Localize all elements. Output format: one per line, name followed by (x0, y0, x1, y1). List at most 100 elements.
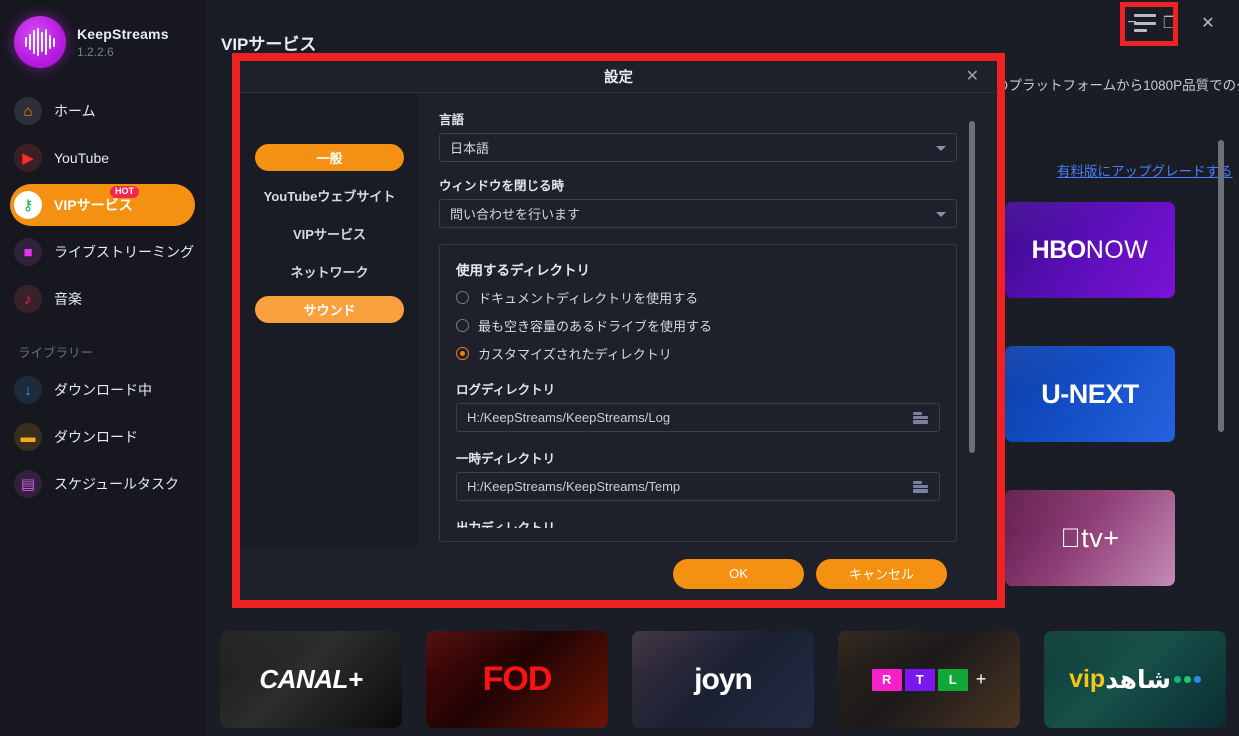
schedule-list-icon: ▤ (14, 470, 42, 498)
app-window: KeepStreams 1.2.2.6 ⌂ ホーム ▶ YouTube ⚷ VI… (0, 0, 1239, 736)
dialog-footer: OK キャンセル (240, 547, 997, 600)
radio-custom-icon[interactable] (456, 347, 469, 360)
rtl-letter-r: R (871, 668, 902, 691)
language-select[interactable]: 日本語 (439, 133, 957, 162)
radio-largest-drive-label: 最も空き容量のあるドライブを使用する (478, 319, 713, 334)
tab-vip-service[interactable]: VIPサービス (255, 220, 404, 247)
app-name: KeepStreams (77, 25, 169, 42)
temp-dir-value: H:/KeepStreams/KeepStreams/Temp (467, 479, 681, 494)
language-label: 言語 (439, 113, 465, 127)
app-version: 1.2.2.6 (77, 44, 114, 59)
tab-youtube-website[interactable]: YouTubeウェブサイト (255, 182, 404, 209)
directory-group-title: 使用するディレクトリ (456, 263, 591, 278)
youtube-icon: ▶ (14, 144, 42, 172)
u-next-logo: U-NEXT (1041, 378, 1139, 409)
upgrade-link[interactable]: 有料版にアップグレードする (1057, 160, 1233, 180)
rtl-letter-t: T (904, 668, 935, 691)
service-card-apple-tv-plus[interactable]: tv+ (1005, 490, 1175, 586)
brand-header: KeepStreams 1.2.2.6 (0, 0, 205, 68)
log-dir-value: H:/KeepStreams/KeepStreams/Log (467, 410, 671, 425)
sidebar-item-label: 音楽 (54, 291, 82, 307)
browse-folder-icon[interactable] (913, 480, 928, 493)
ok-button[interactable]: OK (673, 558, 804, 589)
dialog-header: 設定 ✕ (240, 61, 997, 93)
radio-row-documents[interactable]: ドキュメントディレクトリを使用する (456, 288, 940, 307)
tile-vip-shahid[interactable]: vip شاهد (1044, 631, 1226, 728)
sidebar-item-label: ライブストリーミング (54, 244, 194, 260)
vip-text: vip (1069, 665, 1106, 693)
service-card-hbo-now[interactable]: HBONOW (1005, 202, 1175, 298)
cancel-button[interactable]: キャンセル (816, 558, 947, 589)
rtl-plus-sign: + (975, 669, 987, 689)
temp-dir-input[interactable]: H:/KeepStreams/KeepStreams/Temp (456, 472, 940, 501)
tile-rtl-plus[interactable]: R T L + (838, 631, 1020, 728)
music-note-icon: ♪ (14, 285, 42, 313)
tile-fod[interactable]: FOD (426, 631, 608, 728)
sidebar-item-youtube[interactable]: ▶ YouTube (10, 137, 195, 179)
log-dir-input[interactable]: H:/KeepStreams/KeepStreams/Log (456, 403, 940, 432)
vip-shahid-logo: vip شاهد (1069, 665, 1201, 695)
tile-joyn[interactable]: joyn (632, 631, 814, 728)
rtl-plus-logo: R T L + (871, 668, 987, 691)
folder-icon: ▬ (14, 423, 42, 451)
key-icon: ⚷ (14, 191, 42, 219)
tile-canal-plus[interactable]: CANAL+ (220, 631, 402, 728)
hot-badge: HOT (110, 186, 139, 198)
dialog-scrollbar-thumb[interactable] (969, 121, 975, 453)
sidebar-section-label: ライブラリー (18, 346, 94, 360)
on-close-label: ウィンドウを閉じる時 (439, 179, 565, 193)
brand-text: KeepStreams 1.2.2.6 (77, 26, 169, 59)
dialog-title: 設定 (604, 70, 633, 86)
on-close-select[interactable]: 問い合わせを行います (439, 199, 957, 228)
radio-custom-label: カスタマイズされたディレクトリ (478, 347, 672, 362)
promo-text: のプラットフォームから1080P品質でのダウ (995, 78, 1239, 93)
sidebar-item-downloads[interactable]: ▬ ダウンロード (10, 416, 195, 458)
shahid-arabic-text: شاهد (1105, 665, 1172, 694)
sidebar-item-music[interactable]: ♪ 音楽 (10, 278, 195, 320)
dialog-tab-list: 一般 YouTubeウェブサイト VIPサービス ネットワーク サウンド (240, 93, 419, 547)
primary-nav: ⌂ ホーム ▶ YouTube ⚷ VIPサービス HOT ■ ライブストリーミ… (0, 90, 205, 505)
dialog-content-panel: 言語 日本語 ウィンドウを閉じる時 問い合わせを行います 使用するディレクトリ … (419, 93, 997, 547)
main-scrollbar-thumb[interactable] (1218, 140, 1224, 432)
joyn-logo: joyn (694, 662, 753, 696)
browse-folder-icon[interactable] (913, 411, 928, 424)
sidebar: KeepStreams 1.2.2.6 ⌂ ホーム ▶ YouTube ⚷ VI… (0, 0, 205, 736)
radio-row-largest-drive[interactable]: 最も空き容量のあるドライブを使用する (456, 316, 940, 335)
radio-documents-icon[interactable] (456, 291, 469, 304)
radio-largest-drive-icon[interactable] (456, 319, 469, 332)
rtl-letter-l: L (937, 668, 968, 691)
tab-sound[interactable]: サウンド (255, 296, 404, 323)
sidebar-item-scheduled-tasks[interactable]: ▤ スケジュールタスク (10, 463, 195, 505)
service-card-u-next[interactable]: U-NEXT (1005, 346, 1175, 442)
sidebar-item-live-streaming[interactable]: ■ ライブストリーミング (10, 231, 195, 273)
on-close-value: 問い合わせを行います (450, 207, 581, 222)
close-button[interactable]: ✕ (1189, 8, 1227, 38)
home-icon: ⌂ (14, 97, 42, 125)
sidebar-item-downloading[interactable]: ↓ ダウンロード中 (10, 369, 195, 411)
sidebar-item-label: VIPサービス (54, 197, 133, 213)
settings-dialog: 設定 ✕ 一般 YouTubeウェブサイト VIPサービス ネットワーク サウン… (240, 61, 997, 600)
shahid-dots-icon (1173, 676, 1201, 683)
dialog-close-icon[interactable]: ✕ (966, 68, 979, 85)
tab-network[interactable]: ネットワーク (255, 258, 404, 285)
hamburger-menu-icon[interactable] (1134, 14, 1162, 32)
log-dir-label: ログディレクトリ (456, 383, 556, 397)
radio-documents-label: ドキュメントディレクトリを使用する (478, 291, 699, 306)
page-title: VIPサービス (221, 35, 317, 54)
sidebar-item-home[interactable]: ⌂ ホーム (10, 90, 195, 132)
sidebar-item-label: ホーム (54, 103, 96, 119)
dialog-body: 一般 YouTubeウェブサイト VIPサービス ネットワーク サウンド 言語 … (240, 93, 997, 547)
sidebar-item-label: スケジュールタスク (54, 476, 180, 492)
directory-settings-group: 使用するディレクトリ ドキュメントディレクトリを使用する 最も空き容量のあるドラ… (439, 244, 957, 542)
app-logo-icon (14, 16, 66, 68)
hbo-now-logo: HBONOW (1031, 235, 1149, 264)
download-arrow-icon: ↓ (14, 376, 42, 404)
output-dir-label: 出力ディレクトリ (456, 521, 556, 528)
video-camera-icon: ■ (14, 238, 42, 266)
tab-general[interactable]: 一般 (255, 144, 404, 171)
language-value: 日本語 (450, 141, 490, 156)
sidebar-item-label: YouTube (54, 150, 110, 166)
apple-tv-plus-logo: tv+ (1060, 522, 1119, 553)
sidebar-item-vip-service[interactable]: ⚷ VIPサービス HOT (10, 184, 195, 226)
radio-row-custom[interactable]: カスタマイズされたディレクトリ (456, 344, 940, 363)
